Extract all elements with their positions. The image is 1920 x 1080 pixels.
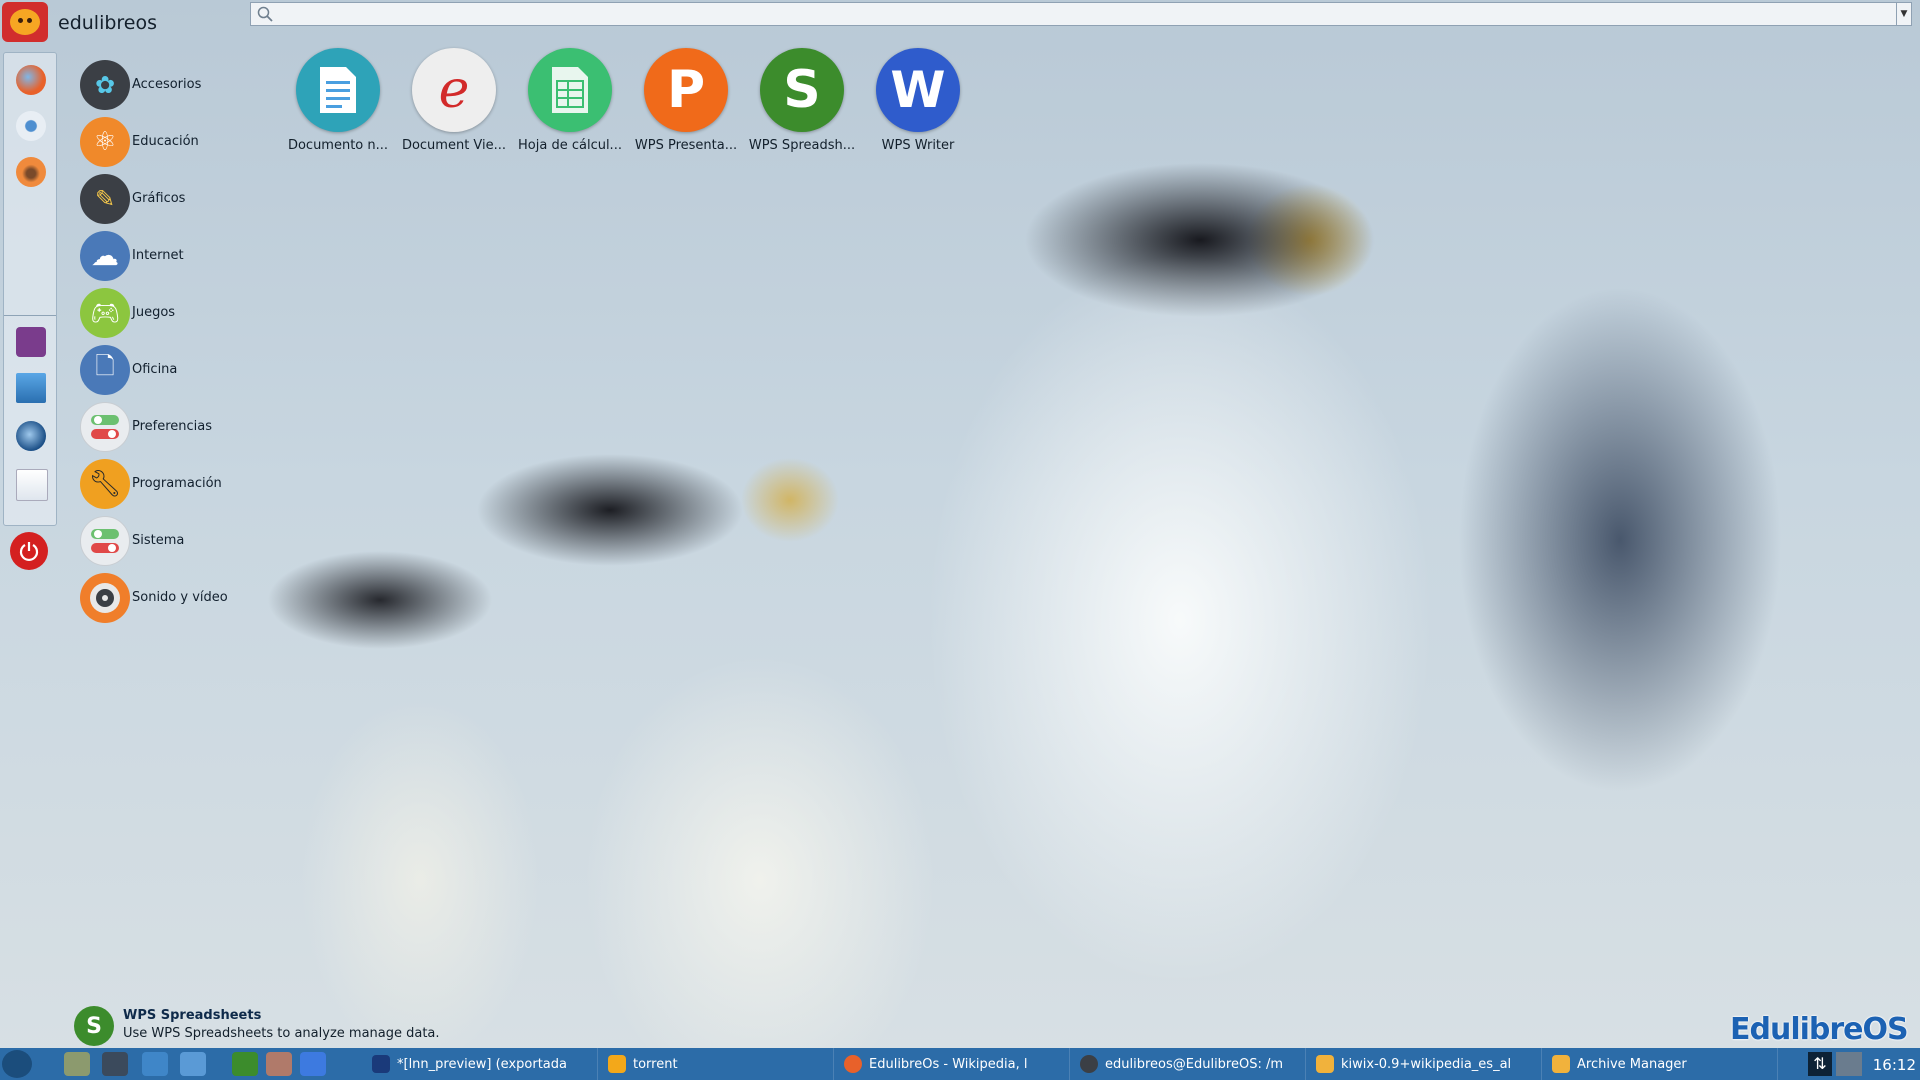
- firefox-icon: [844, 1055, 862, 1073]
- gamepad-icon: 🎮︎: [80, 287, 130, 338]
- monitor-icon[interactable]: [16, 373, 46, 403]
- spreadsheet-icon: [528, 48, 612, 132]
- image-editor-icon: [372, 1055, 390, 1073]
- power-icon: [19, 542, 39, 562]
- document-viewer-icon: e: [412, 48, 496, 132]
- tray-app-icon[interactable]: [1836, 1052, 1862, 1076]
- search-dropdown-button[interactable]: ▼: [1896, 3, 1911, 25]
- wps-spreadsheets-icon: S: [74, 1006, 114, 1046]
- wps-writer-icon: W: [876, 48, 960, 132]
- bird-app-icon[interactable]: [16, 157, 46, 187]
- search-icon: [257, 6, 273, 22]
- search-input[interactable]: [281, 5, 1875, 25]
- app-description: S WPS Spreadsheets Use WPS Spreadsheets …: [74, 1006, 674, 1046]
- graphics-icon: ✎: [80, 173, 130, 224]
- description-title: WPS Spreadsheets: [123, 1008, 262, 1023]
- archive-icon: [1316, 1055, 1334, 1073]
- toggle-icon: [80, 515, 130, 566]
- wps-spreadsheets-icon: S: [760, 48, 844, 132]
- edulibreos-logo-icon[interactable]: [2, 2, 48, 42]
- top-bar: edulibreos ▼: [0, 0, 1920, 44]
- category-programacion[interactable]: 🔧︎ Programación: [80, 455, 260, 512]
- search-bar[interactable]: ▼: [250, 2, 1912, 26]
- wps-spreadsheets-icon[interactable]: [232, 1052, 258, 1076]
- clock[interactable]: 16:12: [1873, 1056, 1916, 1074]
- task-image-editor[interactable]: *[lnn_preview] (exportada: [362, 1048, 598, 1080]
- menu-title: edulibreos: [58, 12, 158, 34]
- app-wps-presentation[interactable]: P WPS Presenta...: [628, 48, 744, 153]
- document-icon: 🗋: [80, 344, 130, 395]
- wps-presentation-icon[interactable]: [266, 1052, 292, 1076]
- wps-writer-icon[interactable]: [300, 1052, 326, 1076]
- app-wps-spreadsheets[interactable]: S WPS Spreadsh...: [744, 48, 860, 153]
- category-sistema[interactable]: Sistema: [80, 512, 260, 569]
- terminal-icon[interactable]: [102, 1052, 128, 1076]
- speaker-icon: [80, 572, 130, 623]
- app-document-viewer[interactable]: e Document Vie...: [396, 48, 512, 153]
- firefox-icon[interactable]: [16, 65, 46, 95]
- home-icon[interactable]: [180, 1052, 206, 1076]
- task-firefox[interactable]: EdulibreOs - Wikipedia, l: [834, 1048, 1070, 1080]
- task-torrent-folder[interactable]: torrent: [598, 1048, 834, 1080]
- wps-presentation-icon: P: [644, 48, 728, 132]
- toggle-icon: [80, 401, 130, 452]
- app-hoja-de-calculo[interactable]: Hoja de cálcul...: [512, 48, 628, 153]
- dock-separator: [4, 315, 56, 316]
- start-menu-icon[interactable]: [2, 1050, 32, 1078]
- settings-icon[interactable]: [16, 327, 46, 357]
- file-manager-icon[interactable]: [64, 1052, 90, 1076]
- folder-icon: [608, 1055, 626, 1073]
- category-preferencias[interactable]: Preferencias: [80, 398, 260, 455]
- browser-globe-icon[interactable]: [142, 1052, 168, 1076]
- atom-icon: ⚛: [80, 116, 130, 167]
- network-icon[interactable]: ⇅: [1808, 1052, 1832, 1076]
- category-graficos[interactable]: ✎ Gráficos: [80, 170, 260, 227]
- text-document-icon: [296, 48, 380, 132]
- category-educacion[interactable]: ⚛ Educación: [80, 113, 260, 170]
- text-editor-icon[interactable]: [16, 469, 48, 501]
- app-documento-nuevo[interactable]: Documento n...: [280, 48, 396, 153]
- category-list: ✿ Accesorios ⚛ Educación ✎ Gráficos ☁ In…: [80, 56, 260, 626]
- archive-icon: [1552, 1055, 1570, 1073]
- media-player-icon[interactable]: [16, 421, 46, 451]
- favorites-dock: [3, 52, 57, 526]
- accessories-icon: ✿: [80, 59, 130, 110]
- kiwix-icon[interactable]: [16, 111, 46, 141]
- category-juegos[interactable]: 🎮︎ Juegos: [80, 284, 260, 341]
- category-accesorios[interactable]: ✿ Accesorios: [80, 56, 260, 113]
- power-button[interactable]: [10, 532, 48, 570]
- task-kiwix-archive[interactable]: kiwix-0.9+wikipedia_es_al: [1306, 1048, 1542, 1080]
- wrench-icon: 🔧︎: [80, 458, 130, 509]
- edulibreos-brand-logo: EdulibreOS: [1730, 1012, 1909, 1047]
- app-wps-writer[interactable]: W WPS Writer: [860, 48, 976, 153]
- terminal-icon: [1080, 1055, 1098, 1073]
- cloud-icon: ☁: [80, 230, 130, 281]
- category-sonido-y-video[interactable]: Sonido y vídeo: [80, 569, 260, 626]
- description-text: Use WPS Spreadsheets to analyze manage d…: [123, 1026, 440, 1041]
- task-archive-manager[interactable]: Archive Manager: [1542, 1048, 1778, 1080]
- category-oficina[interactable]: 🗋 Oficina: [80, 341, 260, 398]
- category-internet[interactable]: ☁ Internet: [80, 227, 260, 284]
- task-terminal[interactable]: edulibreos@EdulibreOS: /m: [1070, 1048, 1306, 1080]
- taskbar: *[lnn_preview] (exportada torrent Edulib…: [0, 1048, 1920, 1080]
